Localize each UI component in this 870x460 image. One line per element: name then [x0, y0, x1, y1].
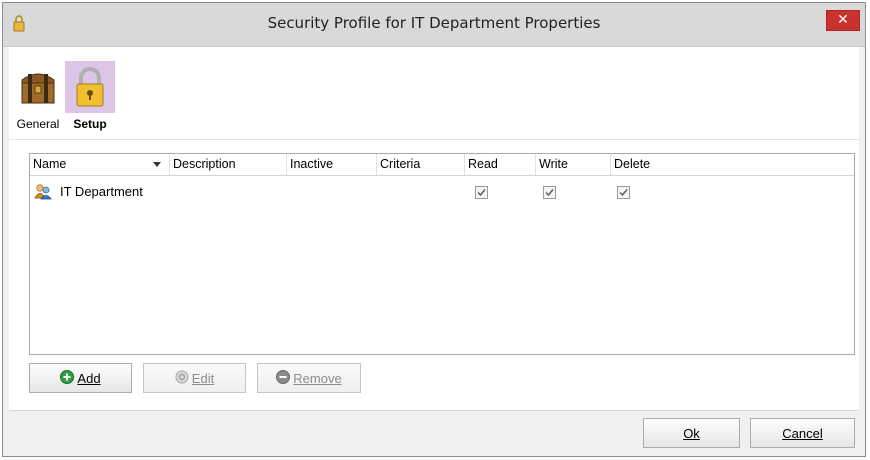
- setup-label: Setup: [73, 117, 107, 131]
- plus-circle-icon: [60, 369, 75, 387]
- ok-label: Ok: [683, 425, 700, 441]
- column-header-delete[interactable]: Delete: [611, 154, 854, 175]
- cancel-label: Cancel: [782, 425, 823, 441]
- general-label: General: [16, 117, 60, 131]
- window-title: Security Profile for IT Department Prope…: [267, 14, 601, 32]
- column-header-write[interactable]: Write: [536, 154, 611, 175]
- delete-checkbox[interactable]: [617, 186, 630, 199]
- close-icon: ✕: [837, 12, 849, 28]
- edit-gear-icon: [175, 370, 189, 387]
- edit-button[interactable]: Edit: [143, 363, 246, 393]
- security-grid: Name Description Inactive Criteria Read …: [29, 153, 855, 355]
- edit-label: Edit: [191, 370, 215, 386]
- add-button[interactable]: Add: [29, 363, 132, 393]
- column-header-inactive[interactable]: Inactive: [287, 154, 377, 175]
- dialog-footer: Ok Cancel: [9, 410, 859, 455]
- write-checkbox[interactable]: [543, 186, 556, 199]
- column-header-criteria[interactable]: Criteria: [377, 154, 465, 175]
- dialog-content: General Setup Name Description Inactive …: [9, 47, 859, 410]
- close-button[interactable]: ✕: [826, 10, 860, 31]
- properties-dialog: Security Profile for IT Department Prope…: [2, 2, 866, 457]
- column-header-description[interactable]: Description: [170, 154, 287, 175]
- remove-button[interactable]: Remove: [257, 363, 361, 393]
- cancel-button[interactable]: Cancel: [750, 418, 855, 448]
- user-group-icon: [34, 183, 52, 203]
- table-row[interactable]: IT Department: [30, 180, 854, 204]
- column-header-name[interactable]: Name: [30, 154, 170, 175]
- column-name-label: Name: [33, 157, 67, 171]
- grid-header: Name Description Inactive Criteria Read …: [30, 154, 854, 176]
- general-tab[interactable]: General: [13, 61, 63, 135]
- read-checkbox[interactable]: [475, 186, 488, 199]
- add-label: Add: [77, 370, 101, 386]
- padlock-icon: [65, 61, 115, 113]
- remove-label: Remove: [293, 370, 342, 386]
- minus-circle-icon: [276, 369, 291, 387]
- sort-down-icon: [153, 162, 161, 167]
- page-toolbar: General Setup: [9, 47, 859, 140]
- row-name: IT Department: [60, 184, 143, 199]
- title-bar[interactable]: Security Profile for IT Department Prope…: [3, 3, 865, 47]
- treasure-chest-icon: [13, 61, 63, 113]
- setup-tab[interactable]: Setup: [65, 61, 115, 135]
- ok-button[interactable]: Ok: [643, 418, 740, 448]
- column-header-read[interactable]: Read: [465, 154, 536, 175]
